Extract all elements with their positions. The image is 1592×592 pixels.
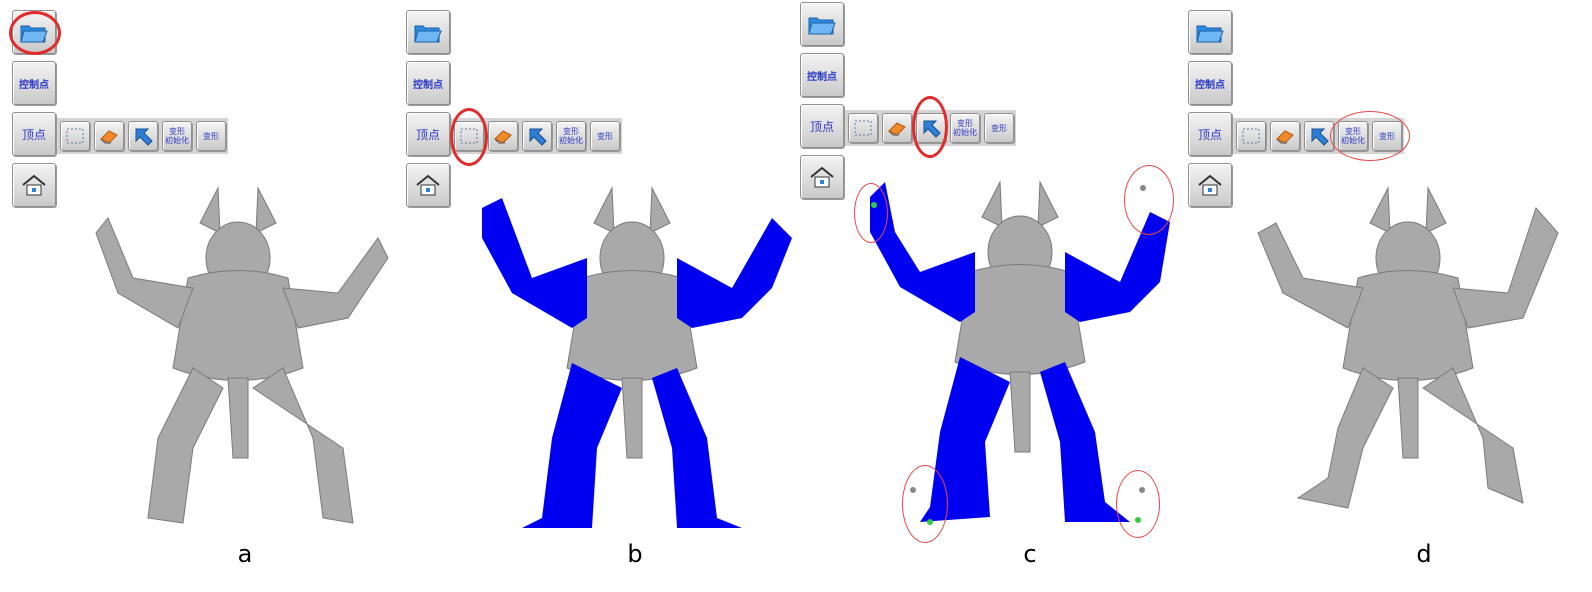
- control-points-button[interactable]: 控制点: [1188, 61, 1232, 105]
- control-points-label: 控制点: [1195, 79, 1225, 91]
- control-points-label: 控制点: [413, 79, 443, 91]
- home-icon: [416, 174, 440, 196]
- deform-init-label: 变形 初始化: [165, 127, 189, 145]
- select-rect-icon: [66, 128, 84, 144]
- highlight-ring-deform: [1330, 111, 1410, 161]
- eraser-icon: [100, 130, 118, 144]
- deform-label: 变形: [597, 131, 613, 141]
- cursor-button[interactable]: [128, 121, 158, 151]
- vertex-label: 顶点: [415, 127, 440, 142]
- deform-button[interactable]: 变形: [590, 121, 620, 151]
- home-icon: [22, 174, 46, 196]
- deform-init-label: 变形 初始化: [559, 127, 583, 145]
- highlight-ring-select: [450, 108, 488, 166]
- cursor-arrow-icon: [529, 128, 547, 146]
- panel-a: 控制点 顶点 变形 初始化 变形 a: [0, 0, 398, 592]
- home-icon: [1198, 174, 1222, 196]
- control-point-ring-4: [1116, 470, 1160, 538]
- select-rect-button[interactable]: [848, 113, 878, 143]
- deform-init-button[interactable]: 变形 初始化: [950, 113, 980, 143]
- vertex-label: 顶点: [21, 127, 46, 142]
- home-button[interactable]: [1188, 163, 1232, 207]
- home-button[interactable]: [12, 163, 56, 207]
- cursor-arrow-icon: [135, 128, 153, 146]
- select-rect-icon: [854, 120, 872, 136]
- caption-a: a: [237, 540, 253, 568]
- armadillo-model-selected: [482, 186, 792, 528]
- vertex-button[interactable]: 顶点: [800, 104, 844, 148]
- control-points-button[interactable]: 控制点: [12, 61, 56, 105]
- vertex-label: 顶点: [1197, 127, 1222, 142]
- deform-init-button[interactable]: 变形 初始化: [162, 121, 192, 151]
- home-button[interactable]: [406, 163, 450, 207]
- open-folder-icon: [1196, 25, 1224, 43]
- eraser-button[interactable]: [94, 121, 124, 151]
- armadillo-model-deformed: [1257, 186, 1559, 509]
- home-icon: [810, 166, 834, 188]
- select-rect-icon: [1242, 128, 1260, 144]
- caption-c: c: [1023, 540, 1037, 568]
- control-point-ring-2: [1124, 165, 1174, 235]
- open-file-button[interactable]: [800, 2, 844, 46]
- eraser-icon: [1276, 130, 1294, 144]
- control-point-ring-1: [854, 183, 888, 243]
- control-points-button[interactable]: 控制点: [406, 61, 450, 105]
- highlight-ring-open: [9, 11, 61, 55]
- vertex-button[interactable]: 顶点: [12, 112, 56, 156]
- caption-b: b: [627, 540, 643, 568]
- deform-button[interactable]: 变形: [196, 121, 226, 151]
- home-button[interactable]: [800, 155, 844, 199]
- deform-init-label: 变形 初始化: [953, 119, 977, 137]
- panel-b: 控制点 顶点 变形 初始化 变形 b: [394, 0, 792, 592]
- control-points-button[interactable]: 控制点: [800, 53, 844, 97]
- caption-d: d: [1416, 540, 1432, 568]
- control-point-ring-3: [902, 465, 948, 543]
- eraser-button[interactable]: [1270, 121, 1300, 151]
- control-points-label: 控制点: [19, 79, 49, 91]
- deform-init-button[interactable]: 变形 初始化: [556, 121, 586, 151]
- open-file-button[interactable]: [1188, 10, 1232, 54]
- eraser-button[interactable]: [488, 121, 518, 151]
- open-file-button[interactable]: [406, 10, 450, 54]
- panel-d: 控制点 顶点 变形 初始化 变形 d: [1182, 0, 1580, 592]
- deform-label: 变形: [203, 131, 219, 141]
- cursor-arrow-icon: [1311, 128, 1329, 146]
- vertex-button[interactable]: 顶点: [1188, 112, 1232, 156]
- vertex-label: 顶点: [809, 119, 834, 134]
- deform-label: 变形: [991, 123, 1007, 133]
- select-rect-button[interactable]: [60, 121, 90, 151]
- eraser-button[interactable]: [882, 113, 912, 143]
- deform-button[interactable]: 变形: [984, 113, 1014, 143]
- open-folder-icon: [414, 25, 442, 43]
- vertex-button[interactable]: 顶点: [406, 112, 450, 156]
- eraser-icon: [494, 130, 512, 144]
- panel-c: 控制点 顶点 变形 初始化 变形 c: [788, 0, 1186, 592]
- open-folder-icon: [808, 17, 836, 35]
- cursor-button[interactable]: [522, 121, 552, 151]
- eraser-icon: [888, 122, 906, 136]
- highlight-ring-cursor: [912, 96, 948, 158]
- control-points-label: 控制点: [807, 71, 837, 83]
- select-rect-button[interactable]: [1236, 121, 1266, 151]
- armadillo-model: [95, 186, 389, 524]
